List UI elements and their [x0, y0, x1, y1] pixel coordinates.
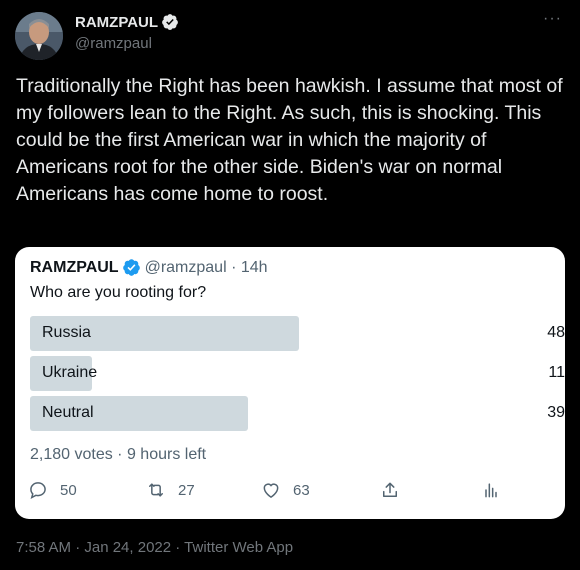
avatar[interactable]	[15, 12, 63, 60]
poll-option-percent: 39	[547, 404, 565, 421]
like-count: 63	[293, 481, 310, 499]
action-bar: 50 27 63	[15, 480, 565, 504]
poll-option-label: Russia	[42, 324, 91, 341]
quoted-tweet-card[interactable]: RAMZPAUL @ramzpaul · 14h Who are you roo…	[15, 247, 565, 519]
verified-badge-icon	[122, 259, 140, 276]
quoted-handle-time: @ramzpaul · 14h	[144, 258, 268, 276]
poll-option: Russia 48	[30, 316, 565, 351]
poll-option-label: Neutral	[42, 404, 94, 421]
reply-count: 50	[60, 481, 77, 499]
poll-question: Who are you rooting for?	[30, 284, 207, 301]
poll-option-percent: 48	[547, 324, 565, 341]
avatar-image	[15, 12, 63, 60]
retweet-count: 27	[178, 481, 195, 499]
verified-badge-icon	[162, 14, 178, 30]
tweet-text: Traditionally the Right has been hawkish…	[16, 75, 569, 205]
retweet-icon	[149, 483, 163, 497]
quoted-tweet-header: RAMZPAUL @ramzpaul · 14h	[30, 258, 268, 277]
poll-option: Ukraine 11	[30, 356, 565, 391]
reply-icon	[30, 482, 46, 499]
tweet: RAMZPAUL @ramzpaul ··· Traditionally the…	[0, 0, 580, 570]
author-name-row[interactable]: RAMZPAUL	[75, 13, 179, 31]
poll-option: Neutral 39	[30, 396, 565, 431]
like-button[interactable]: 63	[261, 480, 310, 500]
analytics-icon	[485, 483, 497, 498]
quoted-display-name[interactable]: RAMZPAUL	[30, 259, 119, 277]
retweet-button[interactable]: 27	[146, 480, 195, 500]
reply-button[interactable]: 50	[28, 480, 77, 500]
author-handle[interactable]: @ramzpaul	[75, 35, 152, 52]
poll-meta: 2,180 votes · 9 hours left	[30, 446, 207, 463]
more-options-icon[interactable]: ···	[543, 10, 562, 28]
analytics-button[interactable]	[481, 480, 501, 500]
poll-option-percent: 11	[548, 364, 565, 381]
author-display-name[interactable]: RAMZPAUL	[75, 14, 158, 31]
share-button[interactable]	[380, 480, 400, 500]
share-icon	[383, 482, 397, 497]
poll-option-label: Ukraine	[42, 364, 98, 381]
tweet-timestamp[interactable]: 7:58 AM · Jan 24, 2022 · Twitter Web App	[16, 539, 293, 556]
heart-icon	[263, 483, 279, 498]
